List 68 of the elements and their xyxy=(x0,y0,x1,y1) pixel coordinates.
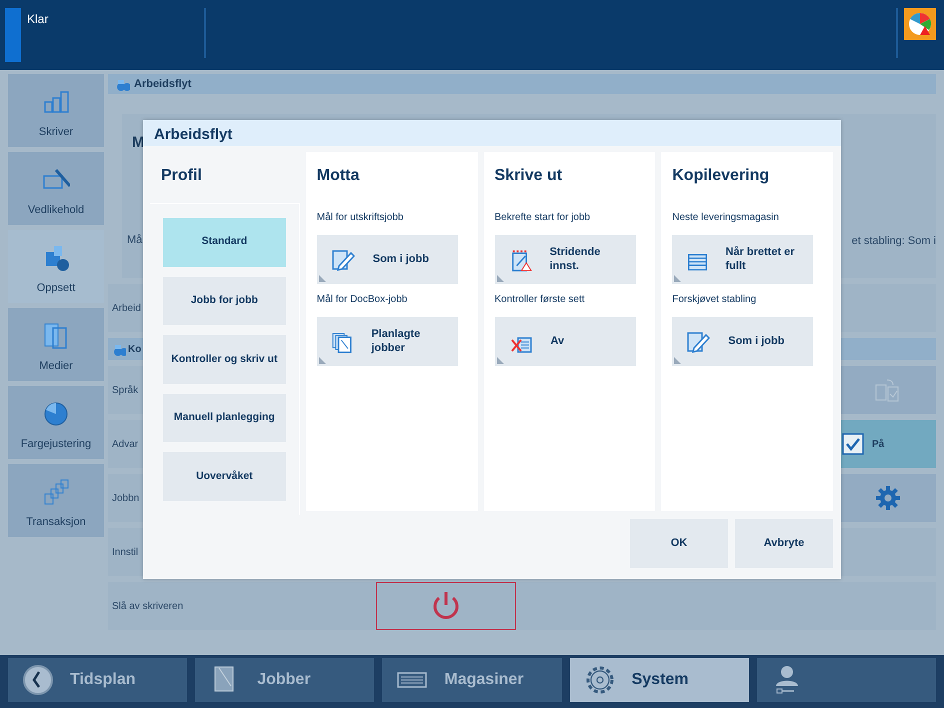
document-button[interactable] xyxy=(840,366,936,414)
media-icon xyxy=(42,322,70,350)
corner-mark-icon xyxy=(496,357,504,364)
nav-tab[interactable]: Jobber xyxy=(195,658,374,702)
gear-icon xyxy=(584,664,616,696)
profile-option[interactable]: Kontroller og skriv ut xyxy=(163,335,286,384)
row-label: Språk xyxy=(112,384,138,398)
edit-icon xyxy=(330,248,355,272)
transaction-icon xyxy=(42,478,70,506)
dialog-button[interactable]: OK xyxy=(630,519,728,568)
checkbox-button[interactable]: På xyxy=(840,420,936,468)
sidebar-item[interactable]: Transaksjon xyxy=(8,464,104,537)
profile-option[interactable]: Jobb for jobb xyxy=(163,276,286,326)
power-button[interactable] xyxy=(376,582,516,630)
corner-mark-icon xyxy=(674,357,682,364)
column-heading: Profil xyxy=(160,166,203,186)
setting-button[interactable]: Når brettet er fullt xyxy=(672,235,814,284)
sidebar-item[interactable]: Skriver xyxy=(8,74,104,147)
workflow-icon xyxy=(116,78,130,90)
dialog-title: Arbeidsflyt xyxy=(143,120,841,146)
sidebar-item[interactable]: Medier xyxy=(8,308,104,381)
corner-mark-icon xyxy=(318,357,326,364)
profile-option[interactable]: Standard xyxy=(163,218,286,267)
corner-mark-icon xyxy=(674,275,682,282)
setting-label: Bekrefte start for jobb xyxy=(494,211,592,225)
nav-tab[interactable]: Tidsplan xyxy=(8,658,188,702)
row-label: Jobbn xyxy=(112,492,140,506)
nav-tab[interactable] xyxy=(756,658,936,702)
sidebar-item[interactable]: Oppsett xyxy=(8,230,104,303)
setting-label: Kontroller første sett xyxy=(494,293,586,307)
setting-button[interactable]: Stridende innst. xyxy=(494,235,636,284)
row-label: Advar xyxy=(112,438,138,452)
profile-option[interactable]: Manuell planlegging xyxy=(163,394,286,442)
color-wheel-icon xyxy=(42,400,70,428)
column-heading: Kopilevering xyxy=(672,166,770,186)
column-heading: Motta xyxy=(316,166,360,186)
setting-label: Mål for utskriftsjobb xyxy=(316,211,404,225)
document-check-icon xyxy=(875,377,901,403)
setting-label: Mål for DocBox-jobb xyxy=(316,293,408,307)
clock-icon xyxy=(22,664,54,696)
nav-tab[interactable]: System xyxy=(570,658,749,702)
row-label: Slå av skriveren xyxy=(112,600,184,614)
color-warning-icon xyxy=(904,8,936,40)
setting-label: Forskjøvet stabling xyxy=(672,293,758,307)
dialog-button[interactable]: Avbryte xyxy=(735,519,833,568)
status-indicator xyxy=(5,8,21,62)
panel-value: et stabling: Som i xyxy=(852,234,936,249)
setting-button[interactable]: Som i jobb xyxy=(672,317,814,366)
sidebar-item[interactable]: Vedlikehold xyxy=(8,152,104,225)
profile-option[interactable]: Uovervåket xyxy=(163,452,286,501)
edit-icon xyxy=(686,330,710,354)
section-header: Arbeidsflyt xyxy=(108,74,936,94)
corner-mark-icon xyxy=(496,275,504,282)
nav-tab[interactable]: Magasiner xyxy=(382,658,562,702)
row-label: Arbeid xyxy=(112,302,141,316)
settings-icon xyxy=(876,486,900,510)
workflow-icon xyxy=(113,342,126,356)
corner-mark-icon xyxy=(318,275,326,282)
setting-button[interactable]: Som i jobb xyxy=(316,235,458,284)
status-text: Klar xyxy=(21,8,206,58)
setting-label: Neste leveringsmagasin xyxy=(672,211,780,225)
setting-button[interactable]: Planlagte jobber xyxy=(316,317,458,366)
settings-button[interactable] xyxy=(840,474,936,522)
column-heading: Skrive ut xyxy=(494,166,564,186)
setting-button[interactable]: Av xyxy=(494,317,636,366)
row-label: Innstil xyxy=(112,546,138,560)
sidebar-item[interactable]: Fargejustering xyxy=(8,386,104,459)
power-icon xyxy=(431,590,461,622)
